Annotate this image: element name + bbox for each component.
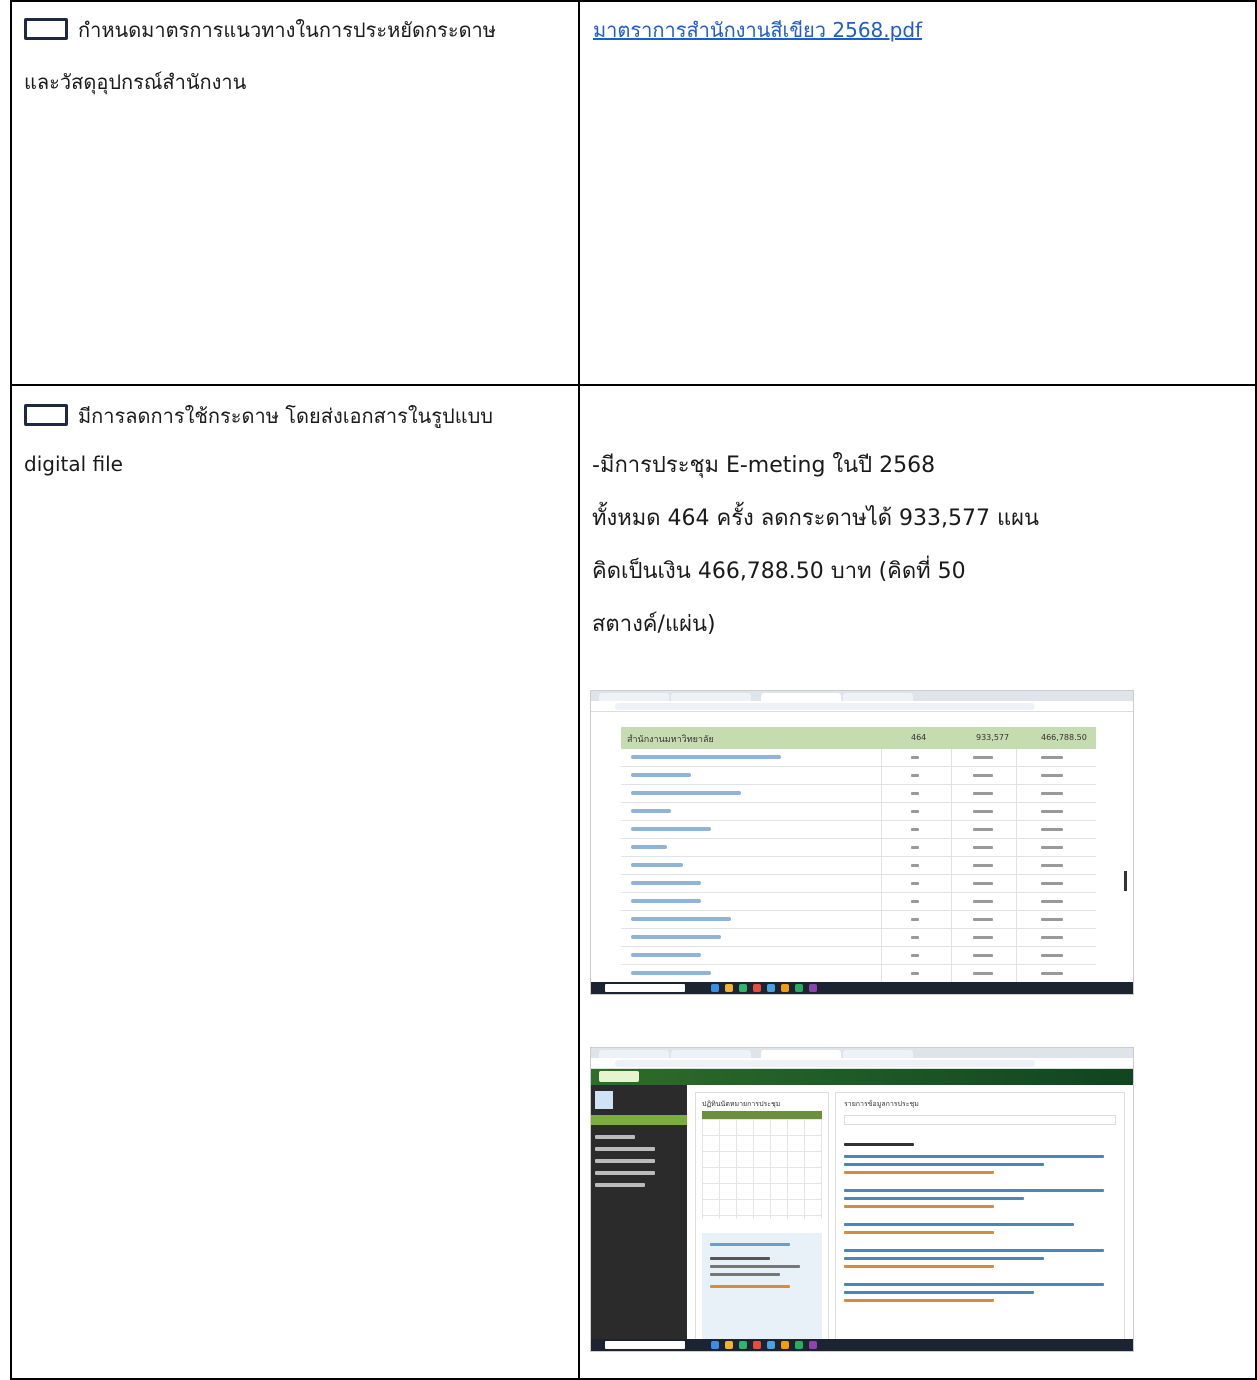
row1-item: กำหนดมาตรการแนวทางในการประหยัดกระดาษ (24, 14, 496, 46)
table-top-border (10, 0, 1257, 2)
app-logo (599, 1071, 639, 1082)
column-divider (578, 0, 580, 1380)
report-header-amount: 466,788.50 (1041, 733, 1087, 742)
evidence-line-4: สตางค์/แผ่น) (592, 612, 716, 637)
calendar-title: ปฏิทินนัดหมายการประชุม (702, 1100, 781, 1108)
table-row (621, 821, 1096, 839)
table-row (621, 839, 1096, 857)
table-row (621, 911, 1096, 929)
row2-item: มีการลดการใช้กระดาษ โดยส่งเอกสารในรูปแบบ (24, 400, 493, 432)
meeting-list-panel: รายการข้อมูลการประชุม (835, 1092, 1125, 1342)
meeting-list-title: รายการข้อมูลการประชุม (844, 1100, 919, 1108)
table-row (621, 965, 1096, 983)
calendar-screenshot: ปฏิทินนัดหมายการประชุม รายการข้อมูลการปร… (590, 1047, 1134, 1352)
table-row (621, 947, 1096, 965)
row2-item-line2: digital file (24, 452, 123, 476)
checkbox-icon[interactable] (24, 18, 68, 40)
table-row (621, 785, 1096, 803)
report-header-count: 464 (911, 733, 927, 742)
browser-tab-bar (591, 691, 1133, 701)
app-sidebar (591, 1085, 687, 1341)
report-header-row: สำนักงานมหาวิทยาลัย 464 933,577 466,788.… (621, 727, 1096, 749)
calendar-grid[interactable] (702, 1119, 822, 1219)
browser-address-bar (591, 1058, 1133, 1069)
taskbar (591, 982, 1133, 994)
calendar-panel: ปฏิทินนัดหมายการประชุม (695, 1092, 829, 1342)
checkbox-icon[interactable] (24, 404, 68, 426)
table-row (621, 857, 1096, 875)
browser-address-bar (591, 701, 1133, 712)
table-row (621, 749, 1096, 767)
search-input[interactable] (844, 1115, 1116, 1125)
app-header (591, 1069, 1133, 1085)
scrollbar[interactable] (1124, 871, 1127, 891)
taskbar (591, 1339, 1133, 1351)
table-row (621, 893, 1096, 911)
evidence-line-3: คิดเป็นเงิน 466,788.50 บาท (คิดที่ 50 (592, 559, 966, 584)
row1-item-line2: และวัสดุอุปกรณ์สำนักงาน (24, 70, 247, 94)
row1-item-line1: กำหนดมาตรการแนวทางในการประหยัดกระดาษ (78, 18, 496, 42)
evidence-line-2: ทั้งหมด 464 ครั้ง ลดกระดาษได้ 933,577 แผ… (592, 506, 1040, 531)
browser-tab-bar (591, 1048, 1133, 1058)
evidence-line-1: -มีการประชุม E-meting ในปี 2568 (592, 453, 936, 478)
evidence-pdf-link[interactable]: มาตราการสำนักงานสีเขียว 2568.pdf (593, 14, 922, 46)
table-row (621, 803, 1096, 821)
table-row (621, 875, 1096, 893)
upcoming-list (702, 1233, 822, 1341)
avatar (595, 1091, 613, 1109)
table-row (621, 929, 1096, 947)
report-header-sheets: 933,577 (976, 733, 1010, 742)
row-divider (10, 384, 1257, 386)
report-header-title: สำนักงานมหาวิทยาลัย (627, 735, 714, 745)
row2-item-line1: มีการลดการใช้กระดาษ โดยส่งเอกสารในรูปแบบ (78, 404, 493, 428)
report-screenshot: สำนักงานมหาวิทยาลัย 464 933,577 466,788.… (590, 690, 1134, 995)
table-row (621, 767, 1096, 785)
